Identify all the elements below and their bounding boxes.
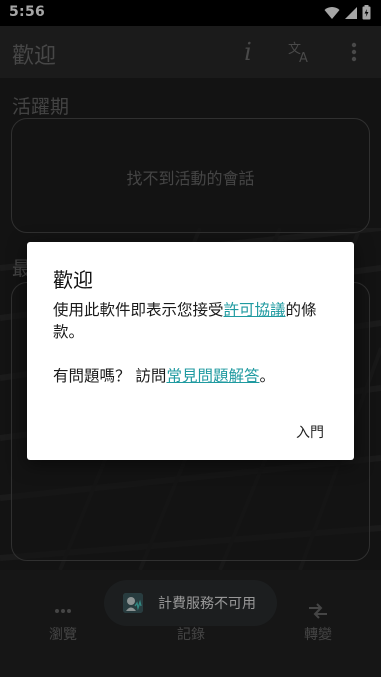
faq-prefix: 有問題嗎？ 訪問	[53, 367, 167, 385]
faq-suffix: 。	[259, 367, 275, 385]
dialog-title: 歡迎	[53, 268, 93, 292]
nav-convert-label: 轉變	[304, 627, 332, 643]
nav-browse[interactable]: 瀏覽	[18, 600, 108, 644]
faq-link[interactable]: 常見問題解答	[166, 367, 259, 385]
dialog-body: 使用此軟件即表示您接受許可協議的條款。 有問題嗎？ 訪問常見問題解答。	[53, 299, 333, 387]
app-bar: 歡迎 i 文 A	[0, 26, 381, 78]
active-sessions-label: 活躍期	[12, 96, 70, 118]
status-icons	[324, 5, 371, 24]
active-sessions-empty-text: 找不到活動的會話	[126, 169, 255, 188]
terms-paragraph: 使用此軟件即表示您接受許可協議的條款。	[53, 299, 333, 343]
convert-icon	[273, 600, 363, 622]
active-sessions-card: 找不到活動的會話	[11, 118, 370, 233]
screen: 5:56 歡迎 i 文 A 活躍期 找不到活動的會話 最 瀏覽 記錄 轉變 計費…	[0, 0, 381, 677]
faq-paragraph: 有問題嗎？ 訪問常見問題解答。	[53, 365, 333, 387]
signal-icon	[344, 5, 358, 24]
status-time: 5:56	[9, 4, 46, 20]
welcome-dialog: 歡迎 使用此軟件即表示您接受許可協議的條款。 有問題嗎？ 訪問常見問題解答。 入…	[27, 242, 354, 460]
status-bar: 5:56	[0, 0, 381, 26]
nav-convert[interactable]: 轉變	[273, 600, 363, 644]
terms-prefix: 使用此軟件即表示您接受	[53, 301, 224, 319]
toast-text: 計費服務不可用	[158, 596, 256, 612]
nav-history-label: 記錄	[177, 627, 205, 643]
app-icon	[123, 593, 143, 613]
translate-icon[interactable]: 文 A	[284, 36, 316, 68]
toast: 計費服務不可用	[104, 580, 277, 626]
info-icon[interactable]: i	[232, 36, 264, 68]
battery-icon	[362, 5, 371, 24]
more-vert-icon[interactable]	[338, 36, 370, 68]
svg-text:A: A	[299, 51, 308, 64]
wifi-icon	[324, 5, 340, 24]
get-started-button[interactable]: 入門	[296, 422, 324, 442]
nav-browse-label: 瀏覽	[49, 627, 77, 643]
license-link[interactable]: 許可協議	[224, 301, 286, 319]
app-title: 歡迎	[12, 44, 57, 69]
more-horiz-icon	[18, 600, 108, 622]
